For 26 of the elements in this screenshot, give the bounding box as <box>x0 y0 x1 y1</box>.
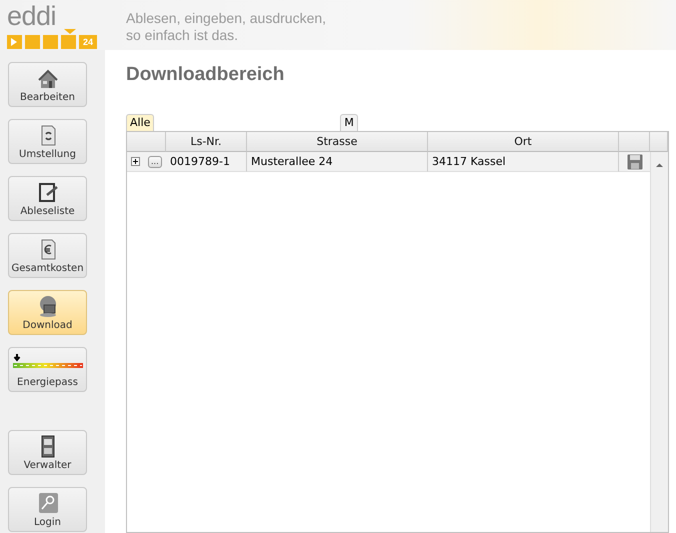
nav-button[interactable]: Energiepass <box>8 347 87 392</box>
nav-button[interactable]: Ableseliste <box>8 176 87 221</box>
tagline: Ablesen, eingeben, ausdrucken, <box>126 10 326 27</box>
nav-button[interactable]: Gesamtkosten <box>8 233 87 278</box>
table-cell: 0019789-1 <box>166 152 247 172</box>
save-icon[interactable] <box>626 154 642 170</box>
column-header[interactable]: Ort <box>428 132 619 152</box>
scrollbar[interactable] <box>650 152 668 532</box>
nav-button[interactable]: Verwalter <box>8 430 87 475</box>
filter-tab[interactable]: Alle <box>126 114 154 131</box>
column-header[interactable]: Ls-Nr. <box>166 132 247 152</box>
table-cell: 34117 Kassel <box>428 152 619 172</box>
expand-toggle[interactable] <box>131 157 140 166</box>
logo-badge: 24 <box>79 35 97 49</box>
nav-button[interactable]: Umstellung <box>8 119 87 164</box>
logo-mark-drawing <box>7 29 76 49</box>
filter-tab[interactable]: M <box>340 114 358 131</box>
table-cell: Musterallee 24 <box>247 152 428 172</box>
more-button[interactable]: ... <box>148 156 162 168</box>
page-title: Downloadbereich <box>126 64 284 86</box>
tagline: so einfach ist das. <box>126 27 238 44</box>
nav-button[interactable]: Bearbeiten <box>8 62 87 107</box>
nav-button[interactable]: Download <box>8 290 87 335</box>
column-header[interactable]: Strasse <box>247 132 428 152</box>
logo-wordmark: eddi <box>7 5 58 27</box>
nav-button[interactable]: Login <box>8 487 87 532</box>
